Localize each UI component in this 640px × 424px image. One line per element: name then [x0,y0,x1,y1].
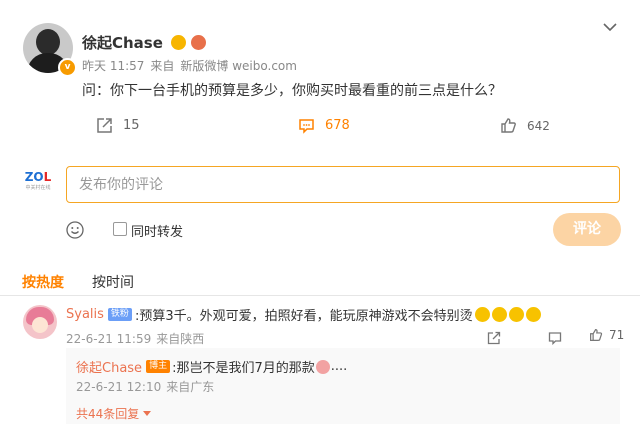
share-icon[interactable] [487,330,501,349]
post-author-name-text[interactable]: 徐起Chase [82,34,163,52]
post-time[interactable]: 昨天 11:57 [82,59,144,73]
reply-trail: .... [330,359,348,374]
comment-meta: 22-6-21 11:59 来自陕西 [66,330,209,347]
thumbs-up-icon [590,329,603,341]
fan-badge: 铁粉 [107,308,132,321]
divider [0,295,640,296]
author-badge: 博主 [146,360,171,373]
reply-meta: 22-6-21 12:10 来自广东 [76,378,219,395]
chevron-down-icon[interactable] [603,17,617,36]
account-logo: ZOL 中关村在线 [23,170,53,191]
comment-text: :预算3千。外观可爱，拍照好看，能玩原神游戏不会特别烫 [134,309,473,324]
logo-subtext: 中关村在线 [25,185,51,191]
reply-date: 22-6-21 12:10 [76,380,162,394]
comment-like-count: 71 [609,328,625,342]
comment-location: 来自陕西 [156,332,205,346]
comment-button[interactable]: 678 [298,117,350,134]
more-replies-label[interactable]: 共44条回复 [76,407,139,421]
submit-comment-button[interactable]: 评论 [553,213,621,246]
comment-input-box[interactable] [66,166,620,203]
like-button[interactable]: 642 [500,117,550,134]
repost-button[interactable]: 15 [96,117,140,134]
post-meta: 昨天 11:57 来自 新版微博 weibo.com [82,57,303,74]
like-count: 642 [527,118,550,133]
tab-time[interactable]: 按时间 [92,272,134,292]
comment-like-button[interactable]: 71 [589,328,624,342]
reply-icon[interactable] [548,330,562,349]
reply-item: 徐起Chase 博主 :那岂不是我们7月的那款 .... [76,357,347,376]
comment-input[interactable] [67,167,619,202]
emoji-picker-icon[interactable] [66,221,84,243]
logo-text: ZO [24,170,44,184]
reply-location: 来自广东 [166,380,215,394]
forward-label[interactable]: 同时转发 [131,221,183,240]
comment-date: 22-6-21 11:59 [66,332,152,346]
reply-text: :那岂不是我们7月的那款 [172,361,315,376]
commenter-avatar[interactable] [23,305,57,339]
post-author-name[interactable]: 徐起Chase [82,32,207,53]
caret-down-icon [143,411,152,416]
repost-count: 15 [123,118,140,133]
crying-emoji-icon [491,307,507,322]
verified-badge-icon: v [58,58,77,77]
thumbs-up-icon [501,118,516,133]
post-source[interactable]: 新版微博 weibo.com [180,59,297,73]
reply-author-name[interactable]: 徐起Chase [76,357,142,376]
forward-checkbox[interactable] [113,222,127,236]
crying-emoji-icon [474,307,490,322]
comment-item: Syalis 铁粉 :预算3千。外观可爱，拍照好看，能玩原神游戏不会特别烫 [66,305,541,324]
comment-icon [299,119,314,134]
repost-icon [97,118,112,133]
hat-icon [191,35,207,50]
crying-emoji-icon [525,307,541,322]
commenter-name[interactable]: Syalis [66,307,104,322]
source-prefix: 来自 [150,59,175,73]
logo-text-red: L [43,170,52,184]
more-replies-link[interactable]: 共44条回复 [76,405,152,422]
tab-hot[interactable]: 按热度 [22,272,64,292]
medal-icon [171,35,187,50]
comment-count: 678 [325,118,350,133]
crying-emoji-icon [508,307,524,322]
emoji-icon [315,359,330,374]
post-text: 问：你下一台手机的预算是多少，你购买时最看重的前三点是什么？ [82,83,502,99]
